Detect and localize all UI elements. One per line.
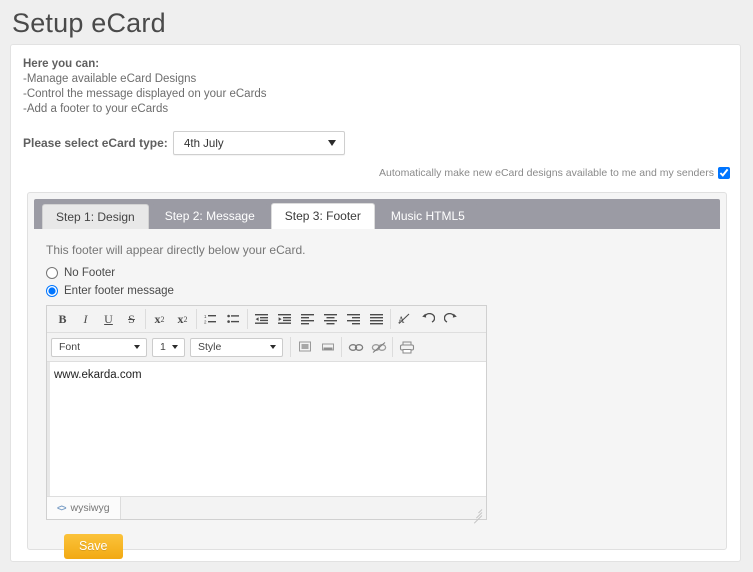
tab-music-html5[interactable]: Music HTML5 bbox=[377, 204, 478, 229]
indent-icon[interactable] bbox=[273, 309, 296, 329]
ecard-type-row: Please select eCard type: 4th July bbox=[11, 117, 740, 155]
toolbar-group-indent-align bbox=[248, 309, 391, 329]
radio-enter-footer-label: Enter footer message bbox=[64, 285, 174, 297]
bold-icon[interactable]: B bbox=[51, 309, 74, 329]
intro-heading: Here you can: bbox=[23, 58, 100, 70]
font-size-value: 1 bbox=[160, 341, 166, 353]
toolbar-group-format: B I U S bbox=[49, 309, 146, 329]
chevron-down-icon bbox=[270, 345, 276, 349]
italic-icon[interactable]: I bbox=[74, 309, 97, 329]
redo-icon[interactable] bbox=[439, 309, 462, 329]
superscript-icon[interactable]: x2 bbox=[171, 309, 194, 329]
editor-resize-handle[interactable] bbox=[470, 504, 484, 524]
editor-toolbar-row-2: Font 1 Style bbox=[47, 333, 486, 362]
subscript-icon[interactable]: x2 bbox=[148, 309, 171, 329]
code-icon: <> bbox=[57, 503, 66, 513]
ecard-type-label: Please select eCard type: bbox=[23, 136, 168, 150]
chevron-down-icon bbox=[172, 345, 178, 349]
chevron-down-icon bbox=[134, 345, 140, 349]
intro-line-3: -Add a footer to your eCards bbox=[23, 103, 169, 115]
editor-toolbar-row-1: B I U S x2 x2 12 A bbox=[47, 306, 486, 333]
align-right-icon[interactable] bbox=[342, 309, 365, 329]
radio-enter-footer[interactable]: Enter footer message bbox=[46, 285, 726, 297]
editor-status-bar: <> wysiwyg bbox=[47, 496, 486, 524]
ordered-list-icon[interactable]: 12 bbox=[199, 309, 222, 329]
tab-step3-footer[interactable]: Step 3: Footer bbox=[270, 203, 375, 229]
toolbar-group-lists: 12 bbox=[197, 309, 248, 329]
align-justify-icon[interactable] bbox=[365, 309, 388, 329]
remove-format-icon[interactable]: A bbox=[393, 309, 416, 329]
wysiwyg-mode-tab[interactable]: <> wysiwyg bbox=[47, 497, 121, 519]
font-family-value: Font bbox=[59, 341, 81, 353]
toolbar-group-links bbox=[342, 337, 393, 357]
radio-no-footer-label: No Footer bbox=[64, 267, 116, 279]
tab-step2-message[interactable]: Step 2: Message bbox=[151, 204, 268, 229]
toolbar-group-history: A bbox=[391, 309, 464, 329]
tab-step1-design[interactable]: Step 1: Design bbox=[42, 204, 149, 229]
undo-icon[interactable] bbox=[416, 309, 439, 329]
intro-block: Here you can: -Manage available eCard De… bbox=[11, 45, 740, 117]
insert-link-icon[interactable] bbox=[344, 337, 367, 357]
strikethrough-icon[interactable]: S bbox=[120, 309, 143, 329]
radio-enter-footer-input[interactable] bbox=[46, 285, 58, 297]
ecard-type-select[interactable]: 4th July bbox=[173, 131, 345, 155]
footer-message-editor-area[interactable]: www.ekarda.com bbox=[47, 362, 486, 496]
outdent-icon[interactable] bbox=[250, 309, 273, 329]
font-family-select[interactable]: Font bbox=[51, 337, 147, 357]
toolbar-group-colors bbox=[291, 337, 342, 357]
text-color-icon[interactable] bbox=[293, 337, 316, 357]
align-center-icon[interactable] bbox=[319, 309, 342, 329]
intro-line-2: -Control the message displayed on your e… bbox=[23, 88, 267, 100]
unordered-list-icon[interactable] bbox=[222, 309, 245, 329]
setup-ecard-panel: Here you can: -Manage available eCard De… bbox=[10, 44, 741, 562]
tab-music-label: Music HTML5 bbox=[390, 209, 465, 223]
svg-text:2: 2 bbox=[204, 320, 207, 325]
intro-line-1: -Manage available eCard Designs bbox=[23, 73, 197, 85]
font-size-select[interactable]: 1 bbox=[152, 337, 185, 357]
paragraph-style-select[interactable]: Style bbox=[190, 337, 283, 357]
auto-available-row: Automatically make new eCard designs ava… bbox=[11, 155, 740, 179]
toolbar-group-selects: Font 1 Style bbox=[49, 337, 291, 357]
steps-tabbar: Step 1: Design Step 2: Message Step 3: F… bbox=[34, 199, 720, 229]
ecard-type-value: 4th July bbox=[184, 138, 224, 150]
footer-tab-body: This footer will appear directly below y… bbox=[28, 229, 726, 559]
steps-panel: Step 1: Design Step 2: Message Step 3: F… bbox=[27, 192, 727, 559]
paragraph-style-value: Style bbox=[198, 341, 222, 353]
align-left-icon[interactable] bbox=[296, 309, 319, 329]
radio-no-footer[interactable]: No Footer bbox=[46, 267, 726, 279]
tab-step1-label: Step 1: Design bbox=[56, 210, 135, 224]
save-button[interactable]: Save bbox=[64, 534, 123, 559]
toolbar-group-print bbox=[393, 337, 420, 357]
footer-hint: This footer will appear directly below y… bbox=[46, 243, 306, 257]
tab-step3-label: Step 3: Footer bbox=[284, 209, 361, 223]
auto-available-label: Automatically make new eCard designs ava… bbox=[378, 167, 714, 179]
auto-available-checkbox[interactable] bbox=[718, 167, 730, 179]
unlink-icon[interactable] bbox=[367, 337, 390, 357]
wysiwyg-mode-label: wysiwyg bbox=[70, 502, 110, 514]
svg-text:1: 1 bbox=[204, 314, 207, 319]
page-title: Setup eCard bbox=[12, 8, 166, 38]
print-icon[interactable] bbox=[395, 337, 418, 357]
footer-rich-text-editor: B I U S x2 x2 12 A Font 1 Style www.ekar… bbox=[46, 305, 487, 524]
radio-no-footer-input[interactable] bbox=[46, 267, 58, 279]
underline-icon[interactable]: U bbox=[97, 309, 120, 329]
background-color-icon[interactable] bbox=[316, 337, 339, 357]
toolbar-group-script: x2 x2 bbox=[146, 309, 197, 329]
chevron-down-icon bbox=[328, 140, 336, 146]
tab-step2-label: Step 2: Message bbox=[164, 209, 255, 223]
